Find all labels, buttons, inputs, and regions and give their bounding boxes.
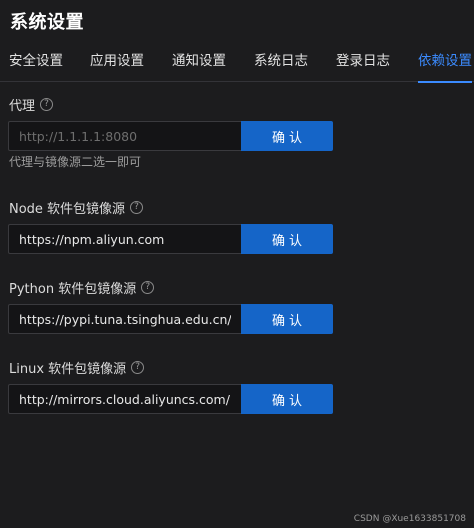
tab-dependency[interactable]: 依赖设置 [418,44,472,83]
help-icon[interactable]: ? [40,98,54,111]
proxy-input[interactable] [8,121,241,151]
page-title: 系统设置 [10,12,84,33]
node-label: Node 软件包镜像源 [9,202,126,217]
linux-label: Linux 软件包镜像源 [9,362,127,377]
help-icon[interactable]: ? [141,281,155,294]
help-icon[interactable]: ? [131,361,145,374]
python-confirm-button[interactable]: 确认 [241,304,333,334]
proxy-label: 代理 [9,99,36,114]
tab-security[interactable]: 安全设置 [9,44,63,82]
node-label-row: Node 软件包镜像源 ? [9,198,144,217]
linux-mirror-input[interactable] [8,384,241,414]
proxy-confirm-button[interactable]: 确认 [241,121,333,151]
settings-tabs: 安全设置 应用设置 通知设置 系统日志 登录日志 依赖设置 [0,44,474,83]
node-mirror-input[interactable] [8,224,241,254]
proxy-label-row: 代理 ? [9,95,54,114]
tab-notification[interactable]: 通知设置 [172,44,226,82]
linux-confirm-button[interactable]: 确认 [241,384,333,414]
tab-system-log[interactable]: 系统日志 [254,44,308,82]
proxy-hint: 代理与镜像源二选一即可 [9,155,142,169]
help-icon[interactable]: ? [130,201,144,214]
linux-label-row: Linux 软件包镜像源 ? [9,358,145,377]
python-mirror-input[interactable] [8,304,241,334]
watermark: CSDN @Xue1633851708 [353,514,466,524]
node-confirm-button[interactable]: 确认 [241,224,333,254]
tab-app[interactable]: 应用设置 [90,44,144,82]
python-label-row: Python 软件包镜像源 ? [9,278,155,297]
settings-page: 系统设置 安全设置 应用设置 通知设置 系统日志 登录日志 依赖设置 代理 ? … [0,0,474,528]
python-label: Python 软件包镜像源 [9,282,137,297]
tab-login-log[interactable]: 登录日志 [336,44,390,82]
